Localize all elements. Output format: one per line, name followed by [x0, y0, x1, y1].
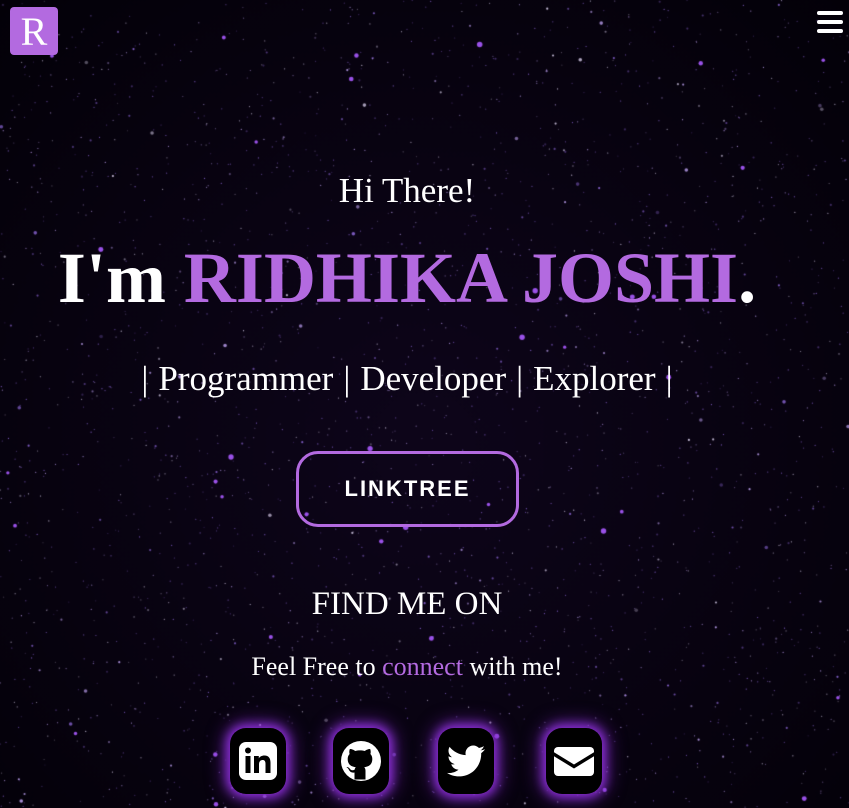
role-separator: | [665, 359, 673, 398]
envelope-icon [554, 747, 594, 776]
roles-typewriter: | Programmer | Developer | Explorer | [0, 358, 814, 400]
linkedin-link[interactable] [230, 728, 286, 794]
logo-letter: R [20, 8, 48, 54]
greeting: Hi There! [338, 171, 476, 210]
intro-heading: I'm RIDHIKA JOSHI. [0, 236, 814, 320]
hamburger-menu-icon[interactable] [817, 11, 843, 33]
linkedin-icon [239, 742, 277, 780]
role-separator: | [516, 359, 524, 398]
role-separator: | [141, 359, 149, 398]
logo[interactable]: R [10, 7, 58, 55]
hero-section: Hi There! I'm RIDHIKA JOSHI. | Programmer… [0, 0, 849, 808]
twitter-icon [446, 745, 486, 777]
intro-suffix: . [738, 238, 757, 318]
linktree-button[interactable]: LINKTREE [296, 451, 519, 527]
role-separator: | [343, 359, 351, 398]
menu-bar [817, 20, 843, 24]
hero-name: RIDHIKA JOSHI [183, 238, 739, 318]
connect-text: Feel Free to connect with me! [0, 650, 814, 684]
role-explorer: Explorer [533, 359, 656, 398]
github-icon [341, 741, 381, 781]
email-link[interactable] [546, 728, 602, 794]
menu-bar [817, 29, 843, 33]
connect-accent: connect [382, 652, 463, 681]
intro-prefix: I'm [57, 238, 184, 318]
find-me-heading: FIND ME ON [311, 586, 503, 622]
menu-bar [817, 11, 843, 15]
role-programmer: Programmer [158, 359, 334, 398]
linktree-label: LINKTREE [344, 476, 471, 501]
connect-text-after: with me! [462, 652, 563, 681]
github-link[interactable] [333, 728, 389, 794]
role-developer: Developer [360, 359, 507, 398]
twitter-link[interactable] [438, 728, 494, 794]
connect-text-before: Feel Free to [251, 652, 383, 681]
